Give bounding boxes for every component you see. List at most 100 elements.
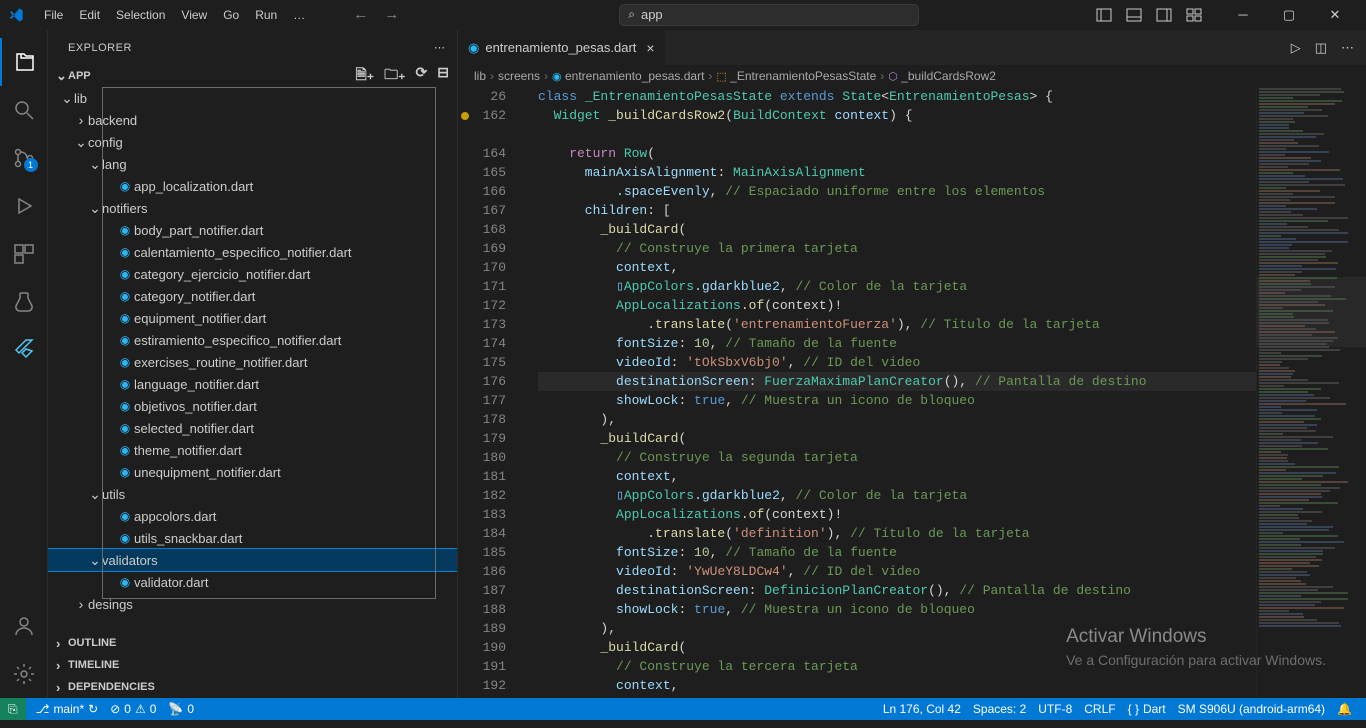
menu-file[interactable]: File xyxy=(36,0,71,30)
nav-back-icon[interactable]: ← xyxy=(353,6,368,23)
window-minimize-button[interactable]: ─ xyxy=(1220,0,1266,30)
sb-lang[interactable]: { }Dart xyxy=(1122,698,1172,720)
activity-run-debug[interactable] xyxy=(0,182,48,230)
file-language-notifier-dart[interactable]: ◉language_notifier.dart xyxy=(48,373,457,395)
dart-file-icon: ◉ xyxy=(116,245,134,259)
file-estiramiento-especifico-notifier-dart[interactable]: ◉estiramiento_especifico_notifier.dart xyxy=(48,329,457,351)
tab-entrenamiento-pesas[interactable]: ◉ entrenamiento_pesas.dart × xyxy=(458,30,666,65)
activity-accounts[interactable] xyxy=(0,602,48,650)
section-timeline[interactable]: ›TIMELINE xyxy=(48,654,457,676)
folder-lang[interactable]: ⌄lang xyxy=(48,153,457,175)
activity-testing[interactable] xyxy=(0,278,48,326)
breadcrumb-segment[interactable]: ⬚ _EntrenamientoPesasState xyxy=(716,69,876,83)
folder-config[interactable]: ⌄config xyxy=(48,131,457,153)
menu-…[interactable]: … xyxy=(285,0,313,30)
activity-explorer[interactable] xyxy=(0,38,48,86)
breadcrumb-segment[interactable]: lib xyxy=(474,69,486,83)
dart-file-icon: ◉ xyxy=(116,179,134,193)
folder-notifiers[interactable]: ⌄notifiers xyxy=(48,197,457,219)
file-theme-notifier-dart[interactable]: ◉theme_notifier.dart xyxy=(48,439,457,461)
customize-layout-icon[interactable] xyxy=(1186,7,1202,23)
sb-notifications[interactable]: 🔔 xyxy=(1331,698,1358,720)
folder-lib[interactable]: ⌄lib xyxy=(48,87,457,109)
folder-desings[interactable]: ›desings xyxy=(48,593,457,615)
sb-device[interactable]: SM S906U (android-arm64) xyxy=(1172,698,1331,720)
file-utils-snackbar-dart[interactable]: ◉utils_snackbar.dart xyxy=(48,527,457,549)
file-equipment-notifier-dart[interactable]: ◉equipment_notifier.dart xyxy=(48,307,457,329)
tree-label: selected_notifier.dart xyxy=(134,421,254,436)
sb-branch[interactable]: ⎇ main* ↻ xyxy=(30,698,105,720)
activity-search[interactable] xyxy=(0,86,48,134)
code-content[interactable]: class _EntrenamientoPesasState extends S… xyxy=(538,87,1256,698)
folder-backend[interactable]: ›backend xyxy=(48,109,457,131)
dart-file-icon: ◉ xyxy=(116,311,134,325)
nav-forward-icon[interactable]: → xyxy=(384,6,399,23)
chevron-right-icon: › xyxy=(56,680,68,695)
sb-spaces[interactable]: Spaces: 2 xyxy=(967,698,1032,720)
sb-ports[interactable]: 📡0 xyxy=(162,698,200,720)
refresh-icon[interactable]: ⟳ xyxy=(416,64,428,88)
search-text: app xyxy=(641,7,663,22)
sb-position[interactable]: Ln 176, Col 42 xyxy=(877,698,967,720)
section-dependencies[interactable]: ›DEPENDENCIES xyxy=(48,676,457,698)
minimap[interactable] xyxy=(1256,87,1366,698)
run-code-icon[interactable]: ▷ xyxy=(1291,40,1301,56)
sidebar-more-icon[interactable]: ⋯ xyxy=(434,41,445,54)
sb-encoding[interactable]: UTF-8 xyxy=(1032,698,1078,720)
editor-more-icon[interactable]: ⋯ xyxy=(1341,40,1354,56)
toggle-secondary-sidebar-icon[interactable] xyxy=(1156,7,1172,23)
activity-settings[interactable] xyxy=(0,650,48,698)
file-body-part-notifier-dart[interactable]: ◉body_part_notifier.dart xyxy=(48,219,457,241)
breadcrumb-segment[interactable]: screens xyxy=(498,69,540,83)
menu-view[interactable]: View xyxy=(173,0,215,30)
toggle-primary-sidebar-icon[interactable] xyxy=(1096,7,1112,23)
split-editor-icon[interactable]: ◫ xyxy=(1315,40,1327,56)
activity-source-control[interactable]: 1 xyxy=(0,134,48,182)
activity-extensions[interactable] xyxy=(0,230,48,278)
chevron-right-icon: › xyxy=(56,636,68,651)
sb-eol[interactable]: CRLF xyxy=(1078,698,1121,720)
menu-run[interactable]: Run xyxy=(247,0,285,30)
tree-label: notifiers xyxy=(102,201,148,216)
new-folder-icon[interactable]: 🗀₊ xyxy=(384,64,405,88)
folder-utils[interactable]: ⌄utils xyxy=(48,483,457,505)
file-selected-notifier-dart[interactable]: ◉selected_notifier.dart xyxy=(48,417,457,439)
file-objetivos-notifier-dart[interactable]: ◉objetivos_notifier.dart xyxy=(48,395,457,417)
command-center[interactable]: ⌕ app xyxy=(619,4,919,26)
activity-flutter[interactable] xyxy=(0,326,48,374)
sb-errors[interactable]: ⊘0 ⚠0 xyxy=(104,698,162,720)
breadcrumb-segment[interactable]: ◉ entrenamiento_pesas.dart xyxy=(552,69,704,83)
collapse-all-icon[interactable]: ⊟ xyxy=(437,64,449,88)
tab-close-icon[interactable]: × xyxy=(646,40,654,56)
window-close-button[interactable]: ✕ xyxy=(1312,0,1358,30)
file-unequipment-notifier-dart[interactable]: ◉unequipment_notifier.dart xyxy=(48,461,457,483)
file-calentamiento-especifico-notifier-dart[interactable]: ◉calentamiento_especifico_notifier.dart xyxy=(48,241,457,263)
toggle-panel-icon[interactable] xyxy=(1126,7,1142,23)
tree-label: config xyxy=(88,135,123,150)
remote-button[interactable]: ⎘ xyxy=(0,698,26,720)
tab-row: ◉ entrenamiento_pesas.dart × ▷ ◫ ⋯ xyxy=(458,30,1366,65)
window-maximize-button[interactable]: ▢ xyxy=(1266,0,1312,30)
new-file-icon[interactable]: 🗎₊ xyxy=(355,64,374,88)
menu-go[interactable]: Go xyxy=(215,0,247,30)
file-validator-dart[interactable]: ◉validator.dart xyxy=(48,571,457,593)
project-header[interactable]: ⌄ APP 🗎₊ 🗀₊ ⟳ ⊟ xyxy=(48,65,457,87)
menu-edit[interactable]: Edit xyxy=(71,0,108,30)
dart-file-icon: ◉ xyxy=(116,223,134,237)
search-icon: ⌕ xyxy=(628,7,635,22)
minimap-slider[interactable] xyxy=(1256,277,1366,347)
file-tree[interactable]: ⌄lib›backend⌄config⌄lang◉app_localizatio… xyxy=(48,87,457,632)
warning-dot-icon xyxy=(461,112,469,120)
file-appcolors-dart[interactable]: ◉appcolors.dart xyxy=(48,505,457,527)
section-outline[interactable]: ›OUTLINE xyxy=(48,632,457,654)
file-app-localization-dart[interactable]: ◉app_localization.dart xyxy=(48,175,457,197)
menubar: FileEditSelectionViewGoRun… xyxy=(36,0,313,30)
folder-validators[interactable]: ⌄validators xyxy=(48,549,457,571)
chevron-icon: ⌄ xyxy=(74,134,88,151)
breadcrumb-segment[interactable]: ⬡ _buildCardsRow2 xyxy=(888,69,996,83)
file-category-ejercicio-notifier-dart[interactable]: ◉category_ejercicio_notifier.dart xyxy=(48,263,457,285)
menu-selection[interactable]: Selection xyxy=(108,0,173,30)
file-category-notifier-dart[interactable]: ◉category_notifier.dart xyxy=(48,285,457,307)
file-exercises-routine-notifier-dart[interactable]: ◉exercises_routine_notifier.dart xyxy=(48,351,457,373)
breadcrumb[interactable]: lib›screens›◉ entrenamiento_pesas.dart›⬚… xyxy=(458,65,1366,87)
